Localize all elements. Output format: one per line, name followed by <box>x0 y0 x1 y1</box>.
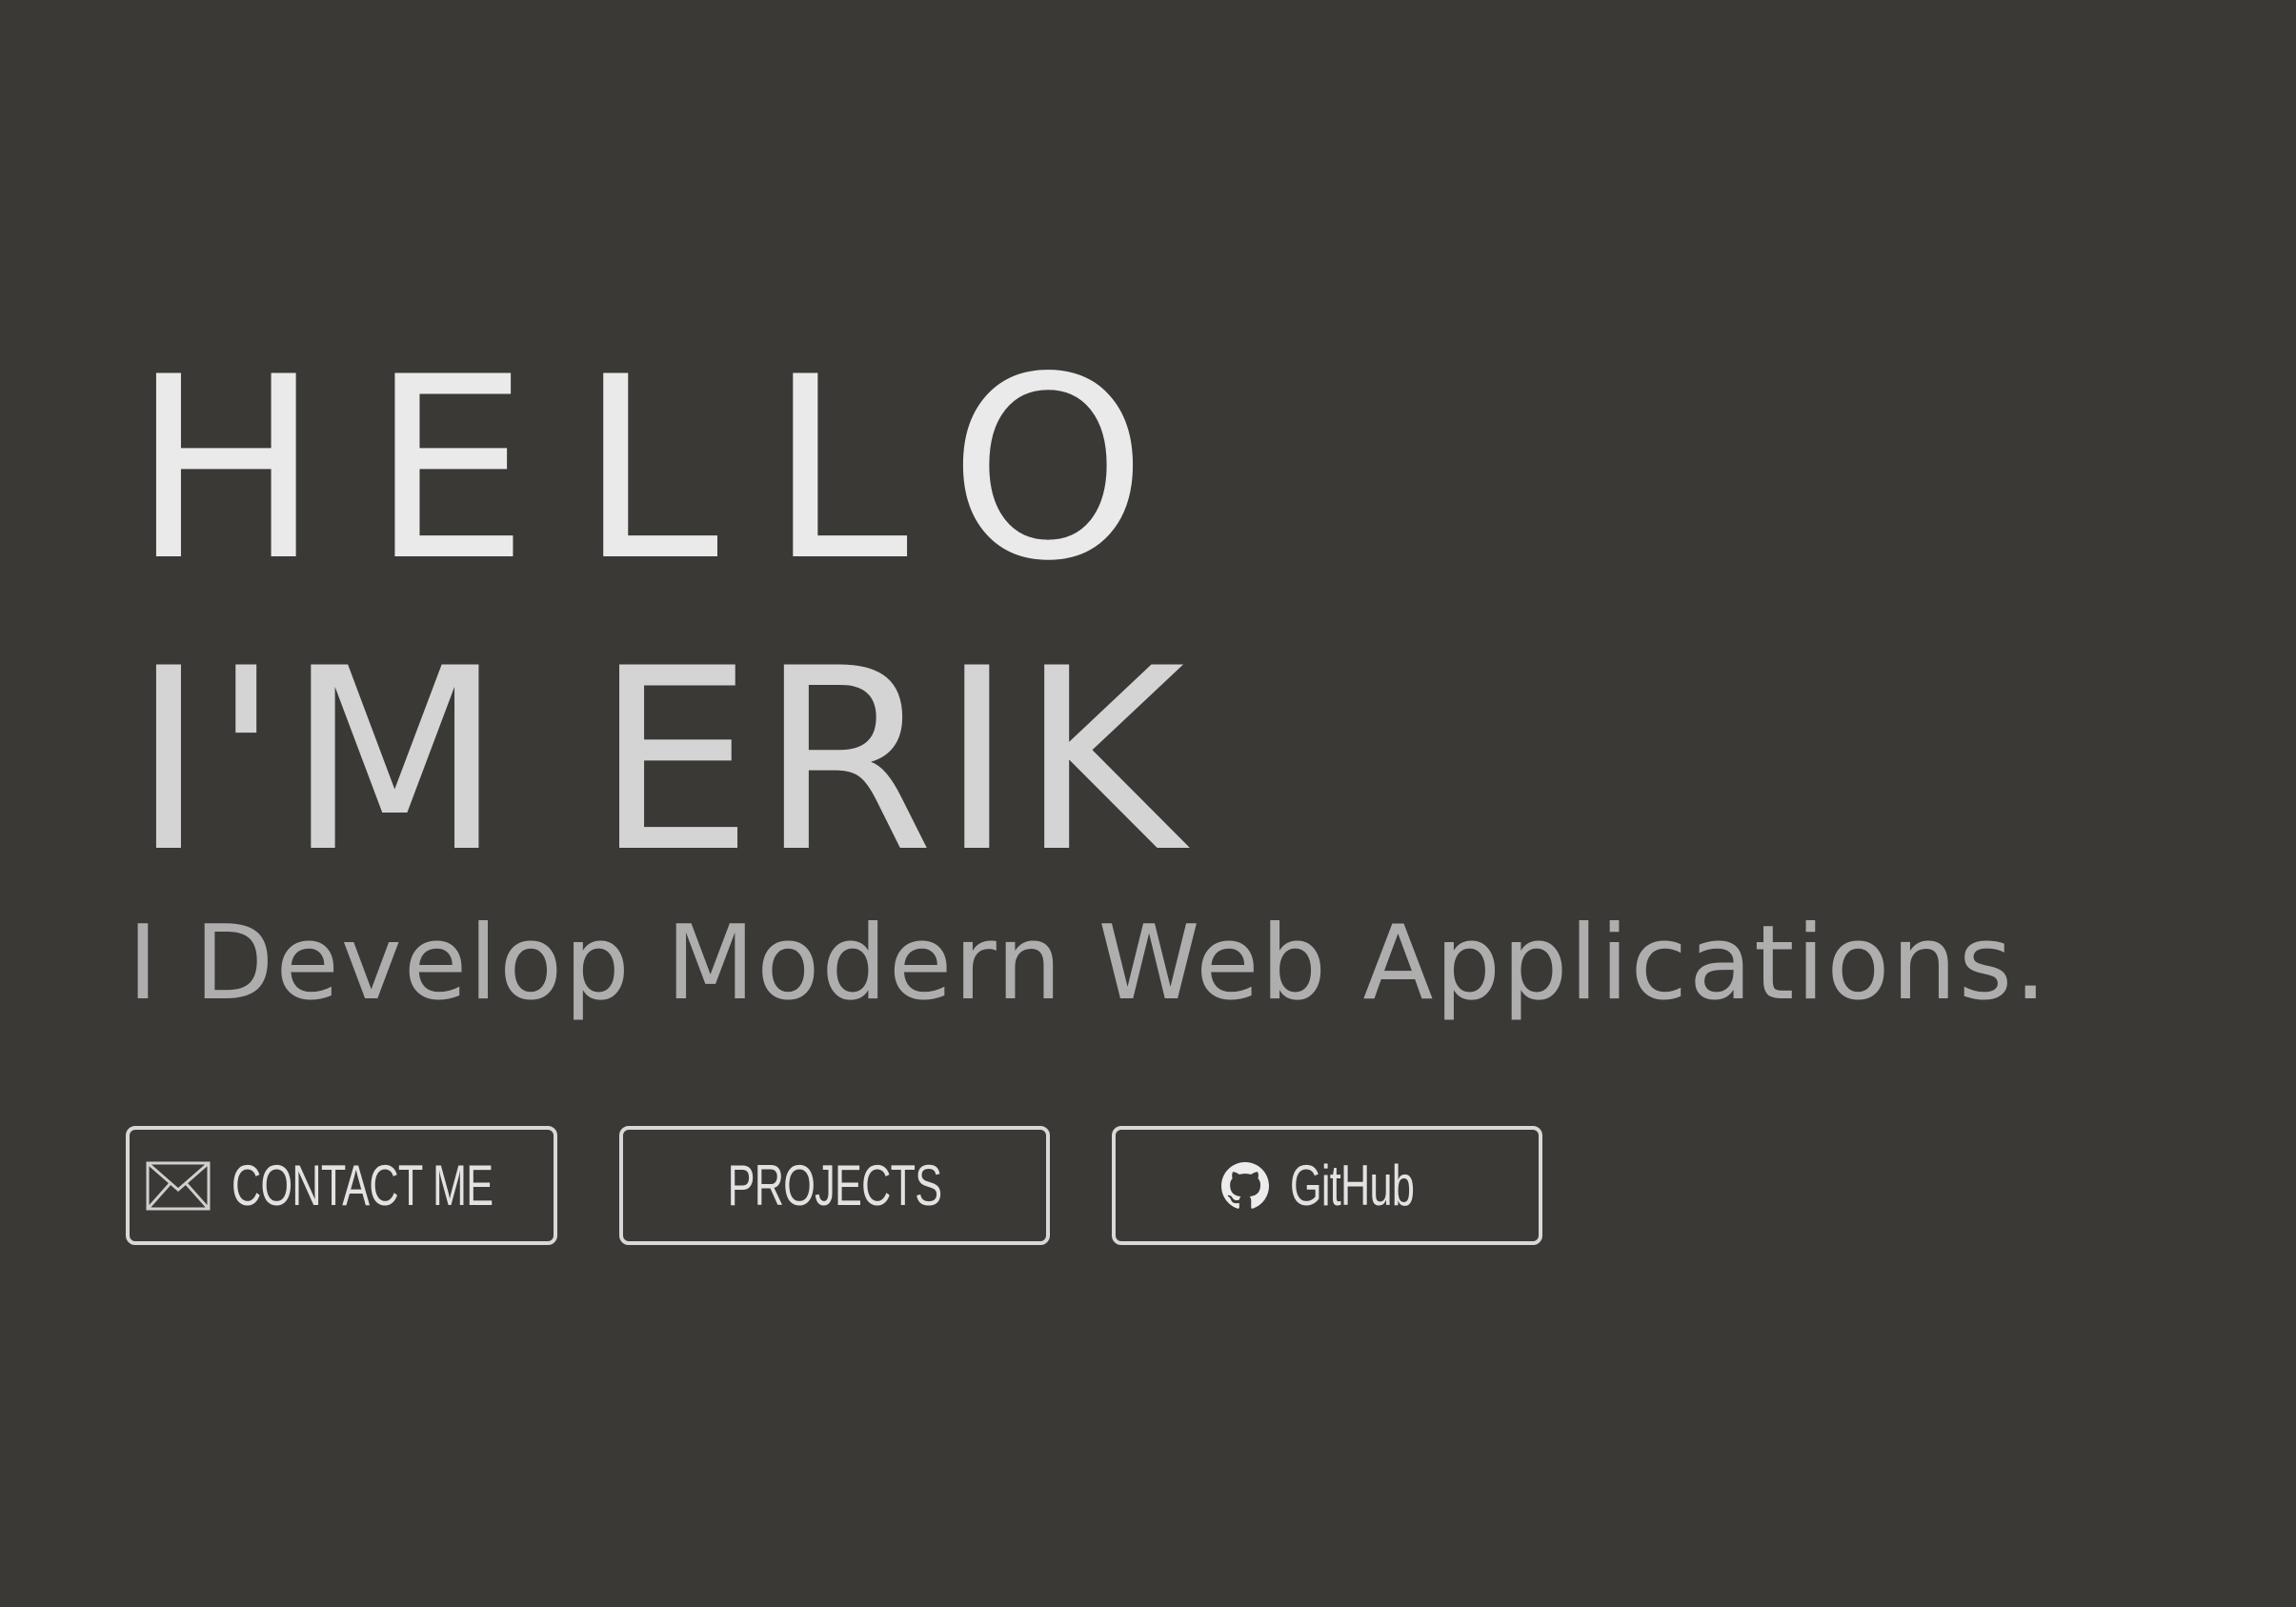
hero-section: HELLO I'M ERIK I Develop Modern Web Appl… <box>0 0 2296 1607</box>
github-icon <box>1220 1161 1269 1210</box>
hero-greeting: HELLO <box>131 324 1197 616</box>
projects-button[interactable]: PROJECTS <box>619 1126 1050 1245</box>
projects-label: PROJECTS <box>727 1154 942 1217</box>
contact-me-label: CONTACT ME <box>231 1154 493 1217</box>
github-button[interactable]: GitHub <box>1112 1126 1542 1245</box>
contact-me-button[interactable]: CONTACT ME <box>126 1126 557 1245</box>
hero-tagline: I Develop Modern Web Applications. <box>128 904 2049 1023</box>
github-label: GitHub <box>1289 1154 1415 1217</box>
hero-name: I'M ERIK <box>131 615 1191 908</box>
envelope-icon <box>146 1161 211 1211</box>
